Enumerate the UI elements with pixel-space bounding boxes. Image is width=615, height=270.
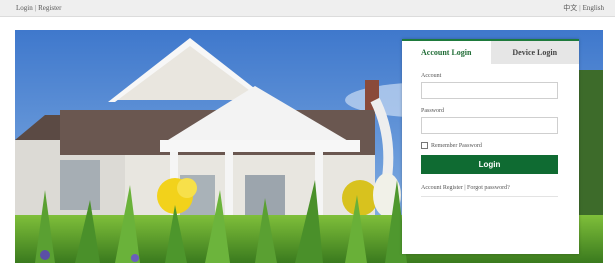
register-link[interactable]: Register: [38, 4, 61, 12]
auth-links: Login | Register: [16, 0, 61, 17]
language-switch: 中文 | English: [563, 0, 604, 17]
login-form: Account Password Remember Password Login…: [402, 64, 579, 197]
account-register-link[interactable]: Account Register: [421, 185, 463, 191]
login-panel: Account Login Device Login Account Passw…: [402, 39, 579, 254]
lang-chinese-link[interactable]: 中文: [563, 4, 577, 12]
login-link[interactable]: Login: [16, 4, 33, 12]
top-bar: Login | Register 中文 | English: [0, 0, 615, 17]
lang-english-link[interactable]: English: [583, 4, 604, 12]
login-tabs: Account Login Device Login: [402, 41, 579, 64]
password-input[interactable]: [421, 117, 558, 134]
tab-account-login[interactable]: Account Login: [402, 41, 491, 64]
tab-device-login[interactable]: Device Login: [490, 41, 579, 64]
account-label: Account: [421, 73, 442, 79]
login-button[interactable]: Login: [421, 155, 558, 174]
remember-password-checkbox[interactable]: [421, 142, 428, 149]
remember-password: Remember Password: [421, 142, 559, 149]
forgot-password-link[interactable]: Forgot password?: [467, 185, 510, 191]
divider: [421, 196, 558, 197]
account-input[interactable]: [421, 82, 558, 99]
links-separator: |: [464, 185, 466, 191]
password-label: Password: [421, 108, 445, 114]
remember-password-label: Remember Password: [431, 142, 482, 149]
account-links: Account Register | Forgot password?: [421, 185, 559, 191]
